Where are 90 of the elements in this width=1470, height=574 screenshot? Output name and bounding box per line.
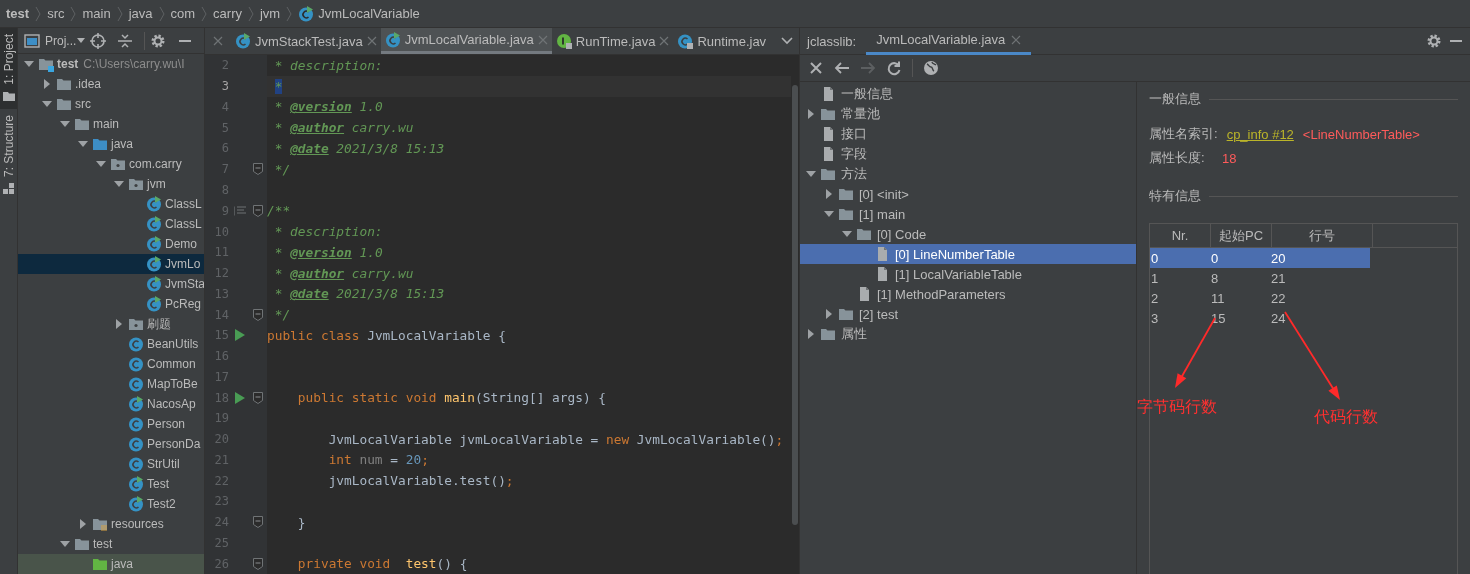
tree-item[interactable]: Test2 bbox=[18, 494, 204, 514]
tree-item[interactable]: [1] main bbox=[800, 204, 1136, 224]
breadcrumb-item[interactable]: JvmLocalVariable bbox=[298, 5, 420, 22]
code-line: jvmLocalVariable.test(); bbox=[327, 473, 514, 489]
panel-title: jclasslib: bbox=[805, 33, 858, 49]
code-line: * @version 1.0 bbox=[273, 99, 383, 115]
tree-item[interactable]: resources bbox=[18, 514, 204, 534]
annotation-label: 代码行数 bbox=[1314, 407, 1378, 427]
annotation-label: 字节码行数 bbox=[1137, 397, 1217, 417]
tree-item[interactable]: ClassL bbox=[18, 214, 204, 234]
breadcrumb-item[interactable]: main bbox=[82, 6, 111, 21]
field-label: 属性长度: bbox=[1149, 149, 1206, 167]
tree-item[interactable]: Test bbox=[18, 474, 204, 494]
file-tab[interactable]: JvmLocalVariable.java bbox=[866, 27, 1032, 55]
code-line: * description: bbox=[273, 57, 383, 73]
code-line: } bbox=[296, 514, 306, 530]
tree-item[interactable]: [0] <init> bbox=[800, 184, 1136, 204]
column-header[interactable]: Nr. bbox=[1150, 224, 1211, 247]
tree-item[interactable]: Demo bbox=[18, 234, 204, 254]
breadcrumb-item[interactable]: java bbox=[128, 6, 153, 21]
tree-item[interactable]: com.carry bbox=[18, 154, 204, 174]
tree-item[interactable]: src bbox=[18, 94, 204, 114]
code-line: /** bbox=[267, 203, 291, 219]
tree-item[interactable]: test bbox=[18, 534, 204, 554]
tree-item[interactable]: BeanUtils bbox=[18, 334, 204, 354]
editor-tab[interactable]: JvmLocalVariable.java bbox=[380, 28, 552, 54]
code-line: * @date 2021/3/8 15:13 bbox=[273, 286, 445, 302]
tree-item[interactable]: Person bbox=[18, 414, 204, 434]
column-header[interactable]: 行号 bbox=[1272, 224, 1373, 247]
section-title: 一般信息 bbox=[1149, 90, 1201, 108]
tree-item[interactable]: java bbox=[18, 554, 204, 574]
tree-item[interactable]: NacosAp bbox=[18, 394, 204, 414]
editor-tab[interactable]: JvmStackTest.java bbox=[231, 28, 381, 54]
tool-window-tab[interactable]: 1: Project bbox=[0, 28, 17, 109]
tree-item[interactable]: java bbox=[18, 134, 204, 154]
tree-item[interactable]: JvmLo bbox=[18, 254, 204, 274]
tree-item[interactable]: [1] MethodParameters bbox=[800, 284, 1136, 304]
breadcrumb-item[interactable]: test bbox=[6, 6, 30, 21]
editor-tab[interactable]: Runtime.jav bbox=[673, 28, 771, 54]
field-value: 18 bbox=[1222, 150, 1237, 166]
tree-item[interactable]: ClassL bbox=[18, 194, 204, 214]
code-line: * description: bbox=[273, 224, 383, 239]
tree-item[interactable]: [1] LocalVariableTable bbox=[800, 264, 1136, 284]
code-line: * @version 1.0 bbox=[273, 244, 383, 260]
line-number: 3 bbox=[220, 79, 229, 94]
code-line: * @author carry.wu bbox=[273, 120, 414, 136]
section-title: 特有信息 bbox=[1149, 187, 1201, 205]
tree-item[interactable]: 一般信息 bbox=[800, 84, 1136, 104]
code-line: private void test() { bbox=[296, 556, 468, 572]
editor-tab[interactable]: RunTime.java bbox=[551, 28, 674, 54]
breadcrumb-item[interactable]: com bbox=[170, 6, 196, 21]
tree-item[interactable]: jvm bbox=[18, 174, 204, 194]
table-row[interactable]: 2 11 22 bbox=[1150, 288, 1370, 308]
code-line: */ bbox=[273, 307, 291, 323]
tree-item[interactable]: MapToBe bbox=[18, 374, 204, 394]
tree-item[interactable]: StrUtil bbox=[18, 454, 204, 474]
tree-item[interactable]: Common bbox=[18, 354, 204, 374]
tree-item[interactable]: 方法 bbox=[800, 164, 1136, 184]
tree-item[interactable]: 刷题 bbox=[18, 314, 204, 334]
tree-item[interactable]: [0] LineNumberTable bbox=[800, 244, 1136, 264]
view-dropdown[interactable]: Proj... bbox=[45, 33, 86, 48]
code-line: public static void main(String[] args) { bbox=[296, 390, 606, 406]
code-line: public class JvmLocalVariable { bbox=[267, 327, 506, 343]
code-line: JvmLocalVariable jvmLocalVariable = new JvmLocalVariable(); bbox=[327, 431, 784, 447]
constant-pool-link[interactable]: cp_info #12 bbox=[1226, 126, 1294, 142]
table-row[interactable]: 0 0 20 bbox=[1150, 248, 1370, 268]
tree-item[interactable]: test C:\Users\carry.wu\I bbox=[18, 54, 204, 74]
tree-item[interactable]: 常量池 bbox=[800, 104, 1136, 124]
tool-window-tab[interactable]: 7: Structure bbox=[0, 108, 17, 203]
code-line: */ bbox=[273, 161, 291, 177]
tree-item[interactable]: 接口 bbox=[800, 124, 1136, 144]
breadcrumb-item[interactable]: src bbox=[47, 6, 65, 21]
tree-item[interactable]: 属性 bbox=[800, 324, 1136, 344]
tree-item[interactable]: 字段 bbox=[800, 144, 1136, 164]
code-line: int num = 20; bbox=[327, 452, 429, 468]
table-row[interactable]: 1 8 21 bbox=[1150, 268, 1370, 288]
code-line: * @date 2021/3/8 15:13 bbox=[273, 140, 445, 156]
tree-item[interactable]: PersonDa bbox=[18, 434, 204, 454]
tree-item[interactable]: .idea bbox=[18, 74, 204, 94]
module-path: C:\Users\carry.wu\I bbox=[83, 57, 185, 71]
tree-item[interactable]: PcReg bbox=[18, 294, 204, 314]
column-header[interactable]: 起始PC bbox=[1211, 224, 1272, 247]
breadcrumb-item[interactable]: carry bbox=[213, 6, 242, 21]
tree-item[interactable]: main bbox=[18, 114, 204, 134]
breadcrumb-item[interactable]: jvm bbox=[259, 6, 281, 21]
tree-item[interactable]: [0] Code bbox=[800, 224, 1136, 244]
field-label: 属性名索引: bbox=[1149, 125, 1218, 143]
field-value: <LineNumberTable> bbox=[1302, 126, 1420, 142]
tree-item[interactable]: [2] test bbox=[800, 304, 1136, 324]
code-line: * @author carry.wu bbox=[273, 265, 414, 281]
